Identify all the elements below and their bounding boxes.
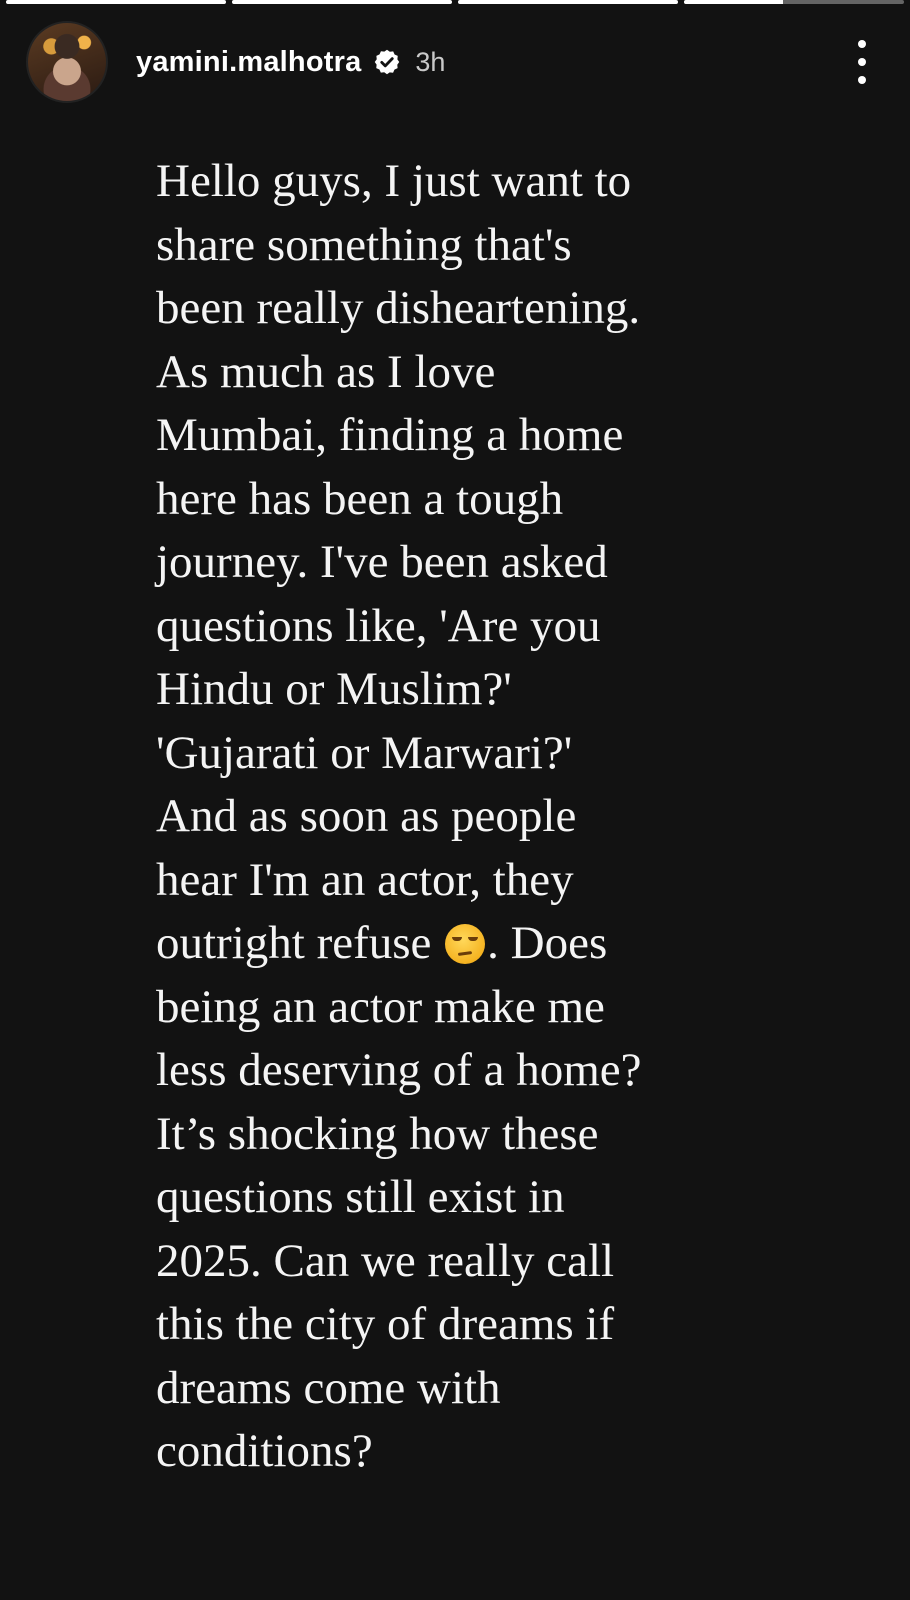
more-vertical-icon[interactable] [852,40,872,84]
menu-dot [858,58,866,66]
unamused-face-emoji [445,924,486,964]
story-line: questions like, 'Are you [156,599,601,652]
story-text: Hello guys, I just want to share somethi… [156,150,796,1484]
menu-dot [858,76,866,84]
progress-segment [684,0,904,4]
story-line: less deserving of a home? [156,1044,642,1096]
story-line: 2025. Can we really call [156,1234,615,1287]
story-line: hear I'm an actor, they [156,853,574,906]
story-line: It’s shocking how these [156,1107,599,1160]
username[interactable]: yamini.malhotra [136,46,361,79]
progress-segment [232,0,452,4]
story-line: Hindu or Muslim?' [156,663,512,715]
story-line: Mumbai, finding a home [156,409,624,461]
avatar[interactable] [26,21,108,103]
menu-dot [858,40,866,48]
story-line: being an actor make me [156,980,605,1033]
story-text-fragment: . Does [487,917,608,969]
progress-fill [232,0,452,4]
story-header: yamini.malhotra 3h [26,21,884,103]
progress-fill [684,0,783,4]
progress-segment [6,0,226,4]
progress-fill [6,0,226,4]
story-line: been really disheartening. [156,282,641,334]
progress-fill [458,0,678,4]
story-line: And as soon as people [156,790,577,842]
story-line: share something that's [156,218,572,271]
story-line: Hello guys, I just want to [156,155,632,207]
story-line: journey. I've been asked [156,536,608,588]
story-line: dreams come with [156,1361,501,1414]
story-line: conditions? [156,1425,373,1477]
story-line: here has been a tough [156,472,564,525]
story-line: this the city of dreams if [156,1298,615,1350]
story-text-fragment: outright refuse [156,917,444,969]
verified-badge-icon [375,49,400,75]
post-time: 3h [415,46,446,77]
progress-segment [458,0,678,4]
story-line: As much as I love [156,345,496,398]
story-progress-bar [6,0,904,4]
story-line: 'Gujarati or Marwari?' [156,726,573,779]
story-line-with-emoji: outright refuse . Does [156,912,796,976]
story-line: questions still exist in [156,1171,565,1223]
